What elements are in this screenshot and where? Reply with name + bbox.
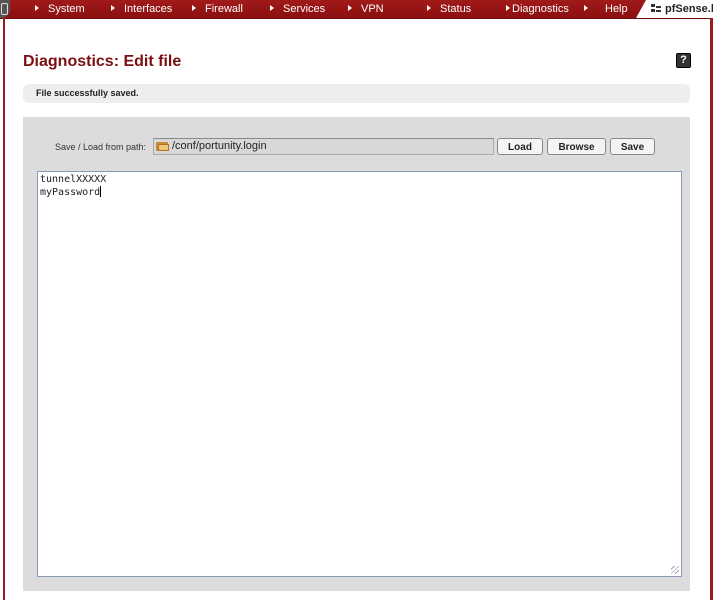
- resize-grip-icon[interactable]: [671, 566, 679, 574]
- page-frame-left: [3, 18, 5, 600]
- pfsense-logo-icon: [651, 4, 661, 14]
- status-message-bar: File successfully saved.: [23, 84, 690, 103]
- nav-label: Diagnostics: [512, 3, 569, 15]
- path-value: /conf/portunity.login: [172, 140, 267, 152]
- nav-label: Help: [605, 3, 628, 15]
- browse-button[interactable]: Browse: [547, 138, 606, 155]
- page-title: Diagnostics: Edit file: [23, 53, 182, 70]
- top-navigation-bar: System Interfaces Firewall Services VPN …: [0, 0, 713, 19]
- file-content-textarea[interactable]: tunnelXXXXX myPassword: [37, 171, 682, 577]
- folder-icon: [156, 141, 169, 151]
- nav-item-diagnostics[interactable]: Diagnostics: [506, 0, 569, 18]
- nav-item-firewall[interactable]: Firewall: [192, 0, 243, 18]
- nav-label: Firewall: [205, 3, 243, 15]
- load-button[interactable]: Load: [497, 138, 543, 155]
- nav-item-help[interactable]: Help: [584, 0, 628, 18]
- nav-label: System: [48, 3, 85, 15]
- save-button[interactable]: Save: [610, 138, 655, 155]
- edit-file-panel: Save / Load from path: /conf/portunity.l…: [23, 117, 690, 591]
- nav-label: Status: [440, 3, 472, 15]
- editor-line: myPassword: [40, 187, 101, 198]
- hostname: pfSense.lo: [665, 3, 713, 15]
- nav-label: Services: [283, 3, 326, 15]
- nav-item-system[interactable]: System: [35, 0, 85, 18]
- path-input[interactable]: /conf/portunity.login: [153, 138, 494, 155]
- nav-label: Interfaces: [124, 3, 173, 15]
- hostname-tab[interactable]: pfSense.lo: [636, 0, 713, 18]
- help-icon[interactable]: ?: [676, 53, 691, 68]
- path-label: Save / Load from path:: [55, 142, 147, 152]
- nav-item-services[interactable]: Services: [270, 0, 325, 18]
- nav-item-status[interactable]: Status: [427, 0, 471, 18]
- menu-logo-icon[interactable]: [0, 0, 10, 18]
- nav-item-interfaces[interactable]: Interfaces: [111, 0, 172, 18]
- text-caret: [100, 186, 102, 197]
- nav-item-vpn[interactable]: VPN: [348, 0, 384, 18]
- nav-label: VPN: [361, 3, 384, 15]
- editor-line: tunnelXXXXX: [40, 174, 107, 185]
- status-message: File successfully saved.: [36, 88, 139, 98]
